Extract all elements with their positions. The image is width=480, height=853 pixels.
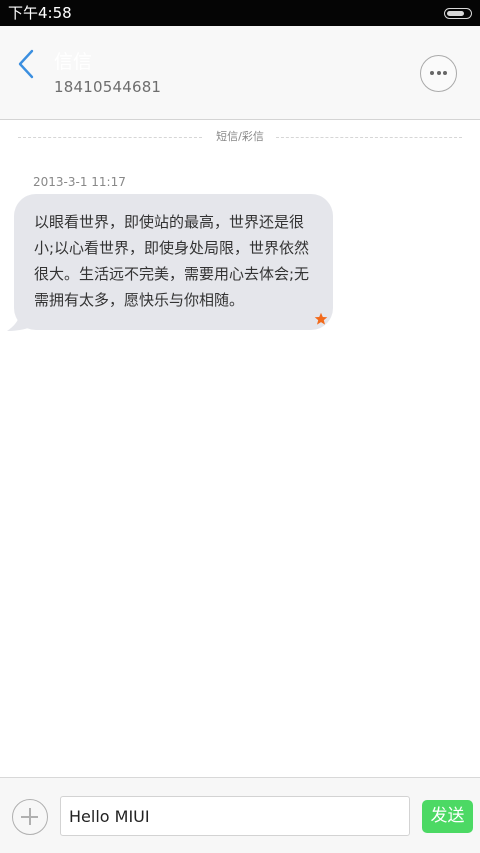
composer-bar: 发送 (0, 777, 480, 853)
message-timestamp: 2013-3-1 11:17 (33, 175, 126, 189)
battery-level (447, 10, 464, 16)
status-time: 下午4:58 (8, 4, 72, 22)
more-button[interactable] (420, 55, 457, 92)
message-type-divider: 短信/彩信 (18, 128, 462, 146)
star-icon (314, 312, 328, 325)
conversation-header: 信信 18410544681 (0, 26, 480, 120)
more-dots-icon (430, 71, 447, 75)
contact-name: 信信 (54, 51, 93, 73)
send-button[interactable]: 发送 (422, 800, 473, 833)
status-bar: 下午4:58 (0, 0, 480, 26)
chevron-left-icon (18, 49, 34, 79)
divider-line-left (18, 137, 202, 138)
contact-number: 18410544681 (54, 78, 162, 96)
add-attachment-button[interactable] (12, 799, 48, 835)
battery-icon (444, 8, 472, 19)
back-button[interactable] (12, 46, 42, 82)
message-type-label: 短信/彩信 (216, 130, 264, 143)
message-text: 以眼看世界，即使站的最高，世界还是很小;以心看世界，即使身处局限，世界依然很大。… (34, 213, 310, 309)
message-input[interactable] (60, 796, 410, 836)
message-bubble[interactable]: 以眼看世界，即使站的最高，世界还是很小;以心看世界，即使身处局限，世界依然很大。… (14, 194, 333, 330)
divider-line-right (276, 137, 462, 138)
